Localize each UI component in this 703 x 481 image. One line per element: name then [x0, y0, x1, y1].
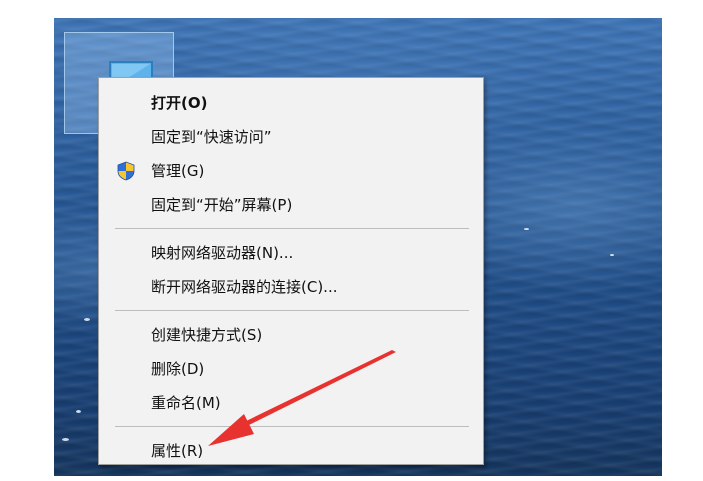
menu-item[interactable]: 属性(R)	[99, 434, 483, 468]
menu-item[interactable]: 管理(G)	[99, 154, 483, 188]
wave-foam	[524, 228, 529, 230]
wave-foam	[84, 318, 90, 321]
menu-item[interactable]: 断开网络驱动器的连接(C)...	[99, 270, 483, 304]
menu-item-label: 属性(R)	[151, 442, 204, 460]
menu-item-label: 映射网络驱动器(N)...	[151, 244, 294, 262]
menu-item[interactable]: 固定到“开始”屏幕(P)	[99, 188, 483, 222]
menu-item[interactable]: 固定到“快速访问”	[99, 120, 483, 154]
uac-shield-icon	[117, 161, 135, 181]
wave-foam	[610, 254, 614, 256]
menu-item[interactable]: 映射网络驱动器(N)...	[99, 236, 483, 270]
menu-separator	[115, 228, 469, 229]
menu-item[interactable]: 重命名(M)	[99, 386, 483, 420]
menu-item-label: 打开(O)	[151, 94, 208, 112]
wave-foam	[62, 438, 69, 441]
menu-separator	[115, 310, 469, 311]
menu-separator	[115, 426, 469, 427]
menu-item[interactable]: 创建快捷方式(S)	[99, 318, 483, 352]
menu-item-label: 重命名(M)	[151, 394, 221, 412]
context-menu: 打开(O) 固定到“快速访问” 管理(G) 固定到“开始”屏幕(P) 映射网络驱动器(N…	[98, 77, 484, 465]
wave-foam	[76, 410, 81, 413]
menu-item-label: 固定到“开始”屏幕(P)	[151, 196, 293, 214]
menu-item-label: 创建快捷方式(S)	[151, 326, 263, 344]
menu-item-label: 管理(G)	[151, 162, 205, 180]
menu-item[interactable]: 打开(O)	[99, 86, 483, 120]
menu-item[interactable]: 删除(D)	[99, 352, 483, 386]
menu-item-label: 删除(D)	[151, 360, 205, 378]
menu-item-label: 固定到“快速访问”	[151, 128, 272, 146]
menu-item-label: 断开网络驱动器的连接(C)...	[151, 278, 338, 296]
